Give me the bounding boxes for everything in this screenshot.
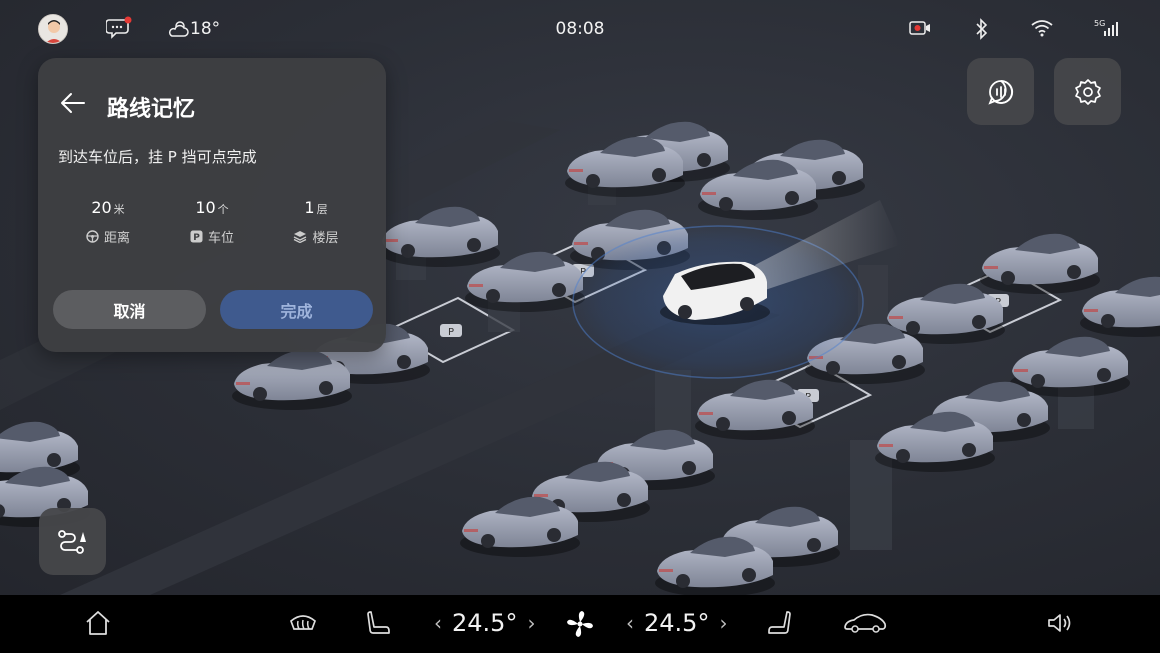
stat-distance-label: 距离 xyxy=(103,231,130,246)
parking-icon: P xyxy=(190,230,203,243)
stat-floor: 1层 楼层 xyxy=(266,198,366,246)
stat-spots-label: 车位 xyxy=(207,231,234,246)
vehicle-icon[interactable] xyxy=(842,609,888,641)
signal-label: 5G xyxy=(1094,19,1105,28)
seat-right-icon[interactable] xyxy=(766,609,794,641)
stat-floor-label: 楼层 xyxy=(312,231,339,246)
defrost-icon[interactable] xyxy=(288,609,318,641)
settings-button[interactable] xyxy=(1054,58,1121,125)
cellular-signal-icon: 5G xyxy=(1094,18,1122,42)
left-temp-value: 24.5° xyxy=(452,609,518,637)
voice-icon xyxy=(987,79,1013,105)
right-temp-increase-icon[interactable]: › xyxy=(719,611,727,635)
layers-icon xyxy=(294,231,307,243)
wifi-icon[interactable] xyxy=(1031,19,1053,41)
right-temp-value: 24.5° xyxy=(644,609,710,637)
stat-floor-value: 1 xyxy=(304,198,315,217)
route-icon xyxy=(57,529,86,554)
panel-title: 路线记忆 xyxy=(107,97,196,122)
stat-spots-unit: 个 xyxy=(217,203,229,216)
voice-assistant-button[interactable] xyxy=(967,58,1034,125)
gear-icon xyxy=(1074,78,1101,105)
seat-left-icon[interactable] xyxy=(364,609,392,641)
cancel-button[interactable]: 取消 xyxy=(53,290,206,329)
svg-text:P: P xyxy=(193,233,200,243)
left-temperature-control[interactable]: ‹ 24.5° › xyxy=(434,609,535,637)
stat-distance: 20 米 距离 xyxy=(58,198,158,246)
back-arrow-icon xyxy=(61,93,85,113)
stat-distance-value: 20 xyxy=(91,198,112,217)
route-button[interactable] xyxy=(39,508,106,575)
stat-spots: 10 个 P 车位 xyxy=(162,198,262,246)
home-icon[interactable] xyxy=(84,609,112,641)
volume-icon[interactable] xyxy=(1046,609,1076,641)
right-temperature-control[interactable]: ‹ 24.5° › xyxy=(626,609,727,637)
back-button[interactable] xyxy=(58,88,88,118)
panel-hint: 到达车位后，挂 P 挡可点完成 xyxy=(58,148,257,166)
stat-floor-unit: 层 xyxy=(316,203,328,216)
stat-spots-value: 10 xyxy=(195,198,216,217)
right-temp-decrease-icon[interactable]: ‹ xyxy=(626,611,634,635)
done-button[interactable]: 完成 xyxy=(220,290,373,329)
steering-wheel-icon xyxy=(86,230,99,243)
route-memory-panel: 路线记忆 到达车位后，挂 P 挡可点完成 20 米 距离 10 个 P 车位 1层 xyxy=(38,58,386,352)
fan-icon[interactable] xyxy=(565,609,595,643)
status-bar: 18° 08:08 5G xyxy=(0,0,1160,58)
left-temp-increase-icon[interactable]: › xyxy=(527,611,535,635)
dashcam-icon[interactable] xyxy=(908,19,932,41)
bottom-dock: ‹ 24.5° › ‹ 24.5° › xyxy=(0,595,1160,653)
stat-distance-unit: 米 xyxy=(113,203,125,216)
bluetooth-icon[interactable] xyxy=(974,18,990,44)
left-temp-decrease-icon[interactable]: ‹ xyxy=(434,611,442,635)
